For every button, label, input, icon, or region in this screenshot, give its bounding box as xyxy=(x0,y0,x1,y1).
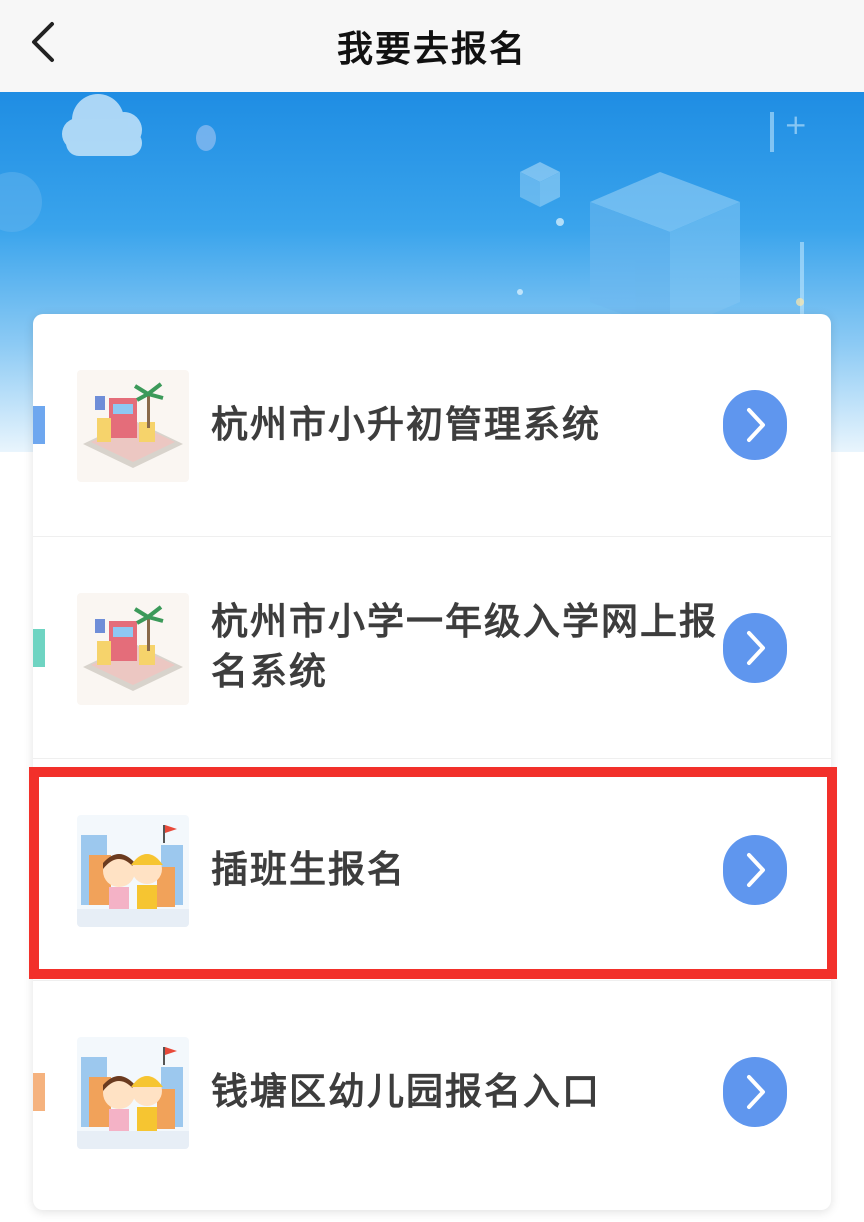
go-button[interactable] xyxy=(723,1057,787,1127)
row-accent-bar xyxy=(33,1073,45,1111)
item-label: 插班生报名 xyxy=(211,848,406,891)
registration-card: 杭州市小升初管理系统 杭州市小学一年级入学网上报名系统 插班生报名 钱塘区幼儿园… xyxy=(33,314,831,1210)
row-accent-bar xyxy=(33,406,45,444)
item-label: 钱塘区幼儿园报名入口 xyxy=(211,1070,601,1113)
go-button[interactable] xyxy=(723,613,787,683)
go-button[interactable] xyxy=(723,835,787,905)
top-bar: 我要去报名 xyxy=(0,0,864,92)
page-title: 我要去报名 xyxy=(336,29,527,70)
chevron-right-icon xyxy=(747,408,765,442)
svg-text:+: + xyxy=(784,108,807,141)
list-item-kindergarten[interactable]: 钱塘区幼儿园报名入口 xyxy=(33,980,831,1203)
list-item-xiaoshengchu[interactable]: 杭州市小升初管理系统 xyxy=(33,314,831,536)
chevron-right-icon xyxy=(747,853,765,887)
chevron-right-icon xyxy=(747,1075,765,1109)
school-building-icon xyxy=(77,370,189,482)
go-button[interactable] xyxy=(723,390,787,460)
list-item-transfer-student[interactable]: 插班生报名 xyxy=(33,758,831,981)
children-cartoon-icon xyxy=(77,1037,189,1149)
chevron-right-icon xyxy=(747,631,765,665)
school-building-icon xyxy=(77,593,189,705)
list-item-first-grade[interactable]: 杭州市小学一年级入学网上报名系统 xyxy=(33,536,831,759)
children-cartoon-icon xyxy=(77,815,189,927)
row-accent-bar xyxy=(33,629,45,667)
item-label: 杭州市小升初管理系统 xyxy=(211,403,601,446)
item-label: 杭州市小学一年级入学网上报名系统 xyxy=(211,600,718,693)
